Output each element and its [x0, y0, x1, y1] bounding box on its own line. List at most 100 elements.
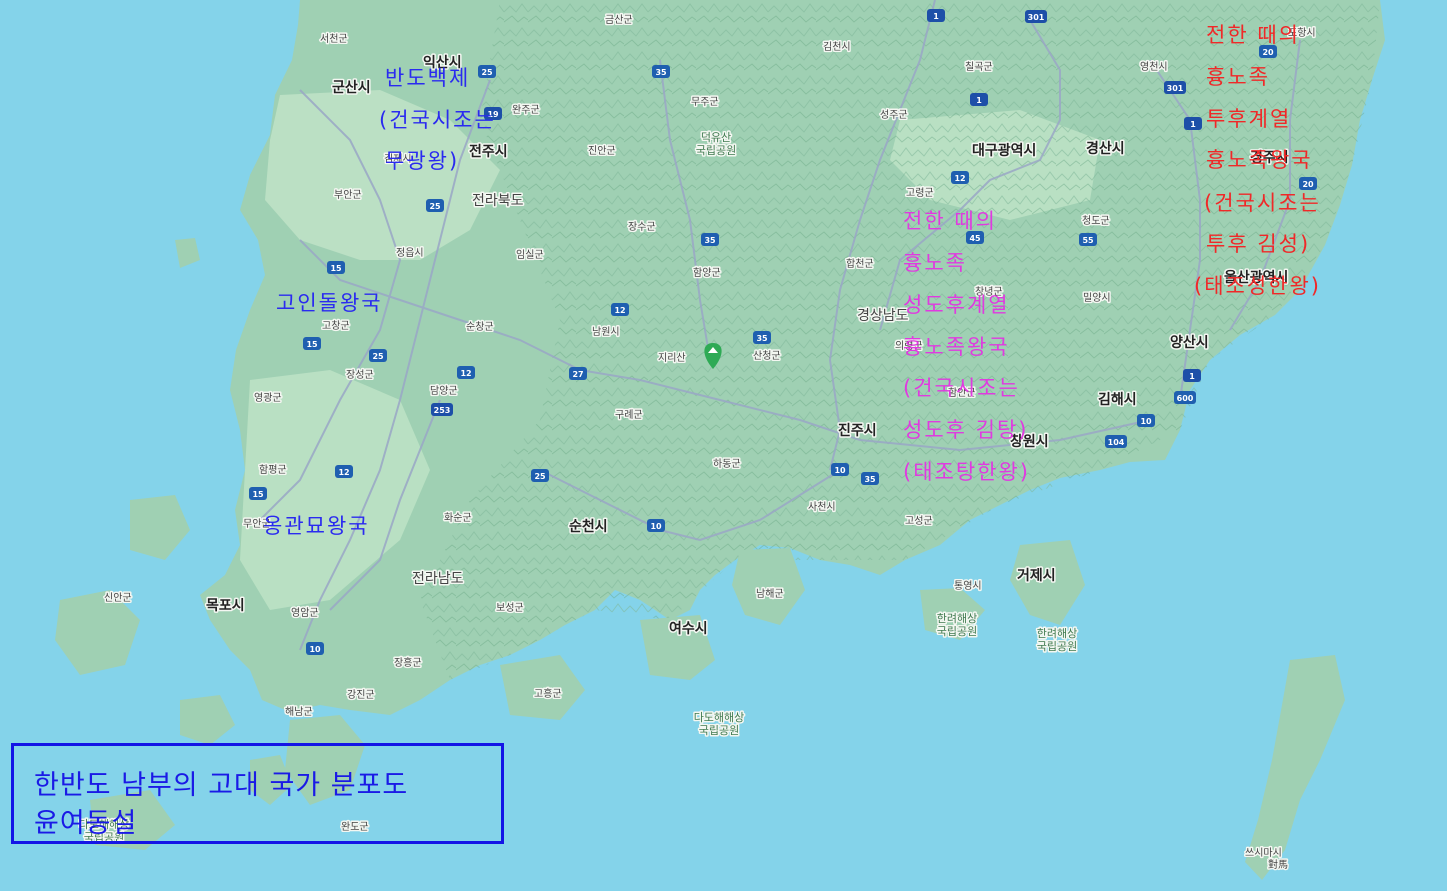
- svg-text:600: 600: [1177, 394, 1194, 403]
- city-label: 보성군: [496, 602, 524, 614]
- road-shield: 10: [647, 519, 665, 532]
- city-label: 강진군: [347, 689, 375, 701]
- city-label: 여수시: [669, 620, 708, 637]
- annotation-line: 흉노족왕국: [903, 335, 1010, 359]
- road-shield: 600: [1174, 391, 1196, 404]
- map-title: 한반도 남부의 고대 국가 분포도: [34, 770, 409, 801]
- city-label: 부안군: [334, 189, 362, 201]
- park-label: 덕유산 국립공원: [696, 131, 736, 157]
- svg-text:35: 35: [756, 334, 768, 343]
- city-label: 김해시: [1098, 391, 1137, 408]
- annotation-line: 성도후계열: [903, 293, 1010, 317]
- city-label: 전주시: [469, 143, 508, 160]
- svg-text:35: 35: [704, 236, 716, 245]
- svg-text:301: 301: [1167, 84, 1184, 93]
- svg-text:35: 35: [864, 475, 876, 484]
- road-shield: 1: [1183, 369, 1201, 382]
- road-shield: 15: [303, 337, 321, 350]
- legend-box: 한반도 남부의 고대 국가 분포도 윤여동설: [11, 743, 504, 844]
- city-label: 군산시: [332, 79, 371, 96]
- city-label: 지리산: [658, 352, 686, 364]
- road-shield: 25: [426, 199, 444, 212]
- annotation-line: 흉노족: [903, 251, 967, 275]
- svg-text:25: 25: [429, 202, 441, 211]
- city-label: 무주군: [691, 96, 719, 108]
- svg-text:25: 25: [534, 472, 546, 481]
- svg-text:55: 55: [1082, 236, 1094, 245]
- city-label: 양산시: [1170, 334, 1209, 351]
- road-shield: 12: [611, 303, 629, 316]
- city-label: 전라남도: [412, 571, 464, 587]
- city-label: 함평군: [259, 464, 287, 476]
- park-label: 한려해상 국립공원: [1037, 626, 1077, 653]
- road-shield: 104: [1105, 435, 1127, 448]
- city-label: 쓰시마시: [1245, 847, 1282, 859]
- svg-text:12: 12: [338, 468, 349, 477]
- city-label: 고창군: [322, 320, 350, 332]
- annotation-line: 투후계열: [1206, 107, 1292, 131]
- park-label: 한려해상 국립공원: [937, 611, 977, 638]
- annotation-line: (건국시조는: [903, 376, 1020, 400]
- city-label: 장수군: [628, 221, 656, 233]
- city-label: 합천군: [846, 258, 874, 270]
- annotation-line: (건국시조는: [1204, 191, 1321, 215]
- svg-text:12: 12: [614, 306, 625, 315]
- road-shield: 1: [1184, 117, 1202, 130]
- city-label: 함양군: [693, 267, 721, 279]
- city-label: 밀양시: [1083, 292, 1111, 304]
- city-label: 산청군: [753, 350, 781, 362]
- city-label: 고성군: [905, 515, 933, 527]
- annotation-line: 전한 때의: [903, 209, 997, 233]
- map-author: 윤여동설: [34, 808, 138, 839]
- city-label: 청도군: [1082, 215, 1110, 227]
- road-shield: 15: [249, 487, 267, 500]
- svg-text:10: 10: [834, 466, 846, 475]
- road-shield: 25: [478, 65, 496, 78]
- annotation-line: (태조탕한왕): [903, 460, 1030, 484]
- road-shield: 301: [1164, 81, 1186, 94]
- svg-text:12: 12: [954, 174, 965, 183]
- svg-text:10: 10: [309, 645, 321, 654]
- svg-text:104: 104: [1108, 438, 1125, 447]
- road-shield: 10: [1137, 414, 1155, 427]
- city-label: 진안군: [588, 145, 616, 157]
- annotation-line: 흉노족왕국: [1206, 148, 1313, 172]
- city-label: 화순군: [444, 512, 472, 524]
- svg-text:253: 253: [434, 406, 451, 415]
- svg-text:1: 1: [933, 12, 939, 21]
- annotation-line: 무광왕): [385, 149, 460, 173]
- city-label: 대구광역시: [972, 142, 1036, 159]
- city-label: 목포시: [206, 598, 245, 614]
- road-shield: 25: [369, 349, 387, 362]
- city-label: 거제시: [1017, 568, 1056, 584]
- city-label: 금산군: [605, 14, 633, 26]
- svg-text:20: 20: [1302, 180, 1314, 189]
- svg-text:20: 20: [1262, 48, 1274, 57]
- road-shield: 12: [335, 465, 353, 478]
- svg-text:15: 15: [330, 264, 342, 273]
- city-label: 영천시: [1140, 61, 1168, 73]
- city-label: 칠곡군: [965, 61, 993, 73]
- city-label: 남해군: [756, 587, 784, 600]
- road-shield: 1: [970, 93, 988, 106]
- svg-text:1: 1: [976, 96, 982, 105]
- road-shield: 253: [431, 403, 453, 416]
- annotation-line: 반도백제: [385, 66, 471, 90]
- road-shield: 35: [701, 233, 719, 246]
- city-label: 영암군: [291, 607, 319, 619]
- city-label: 서천군: [320, 33, 348, 45]
- city-label: 영광군: [254, 392, 282, 404]
- road-shield: 20: [1299, 177, 1317, 190]
- svg-text:27: 27: [572, 370, 583, 379]
- road-shield: 27: [569, 367, 587, 380]
- svg-text:35: 35: [655, 68, 667, 77]
- city-label: 담양군: [430, 385, 458, 397]
- road-shield: 35: [753, 331, 771, 344]
- city-label: 고흥군: [534, 687, 562, 700]
- city-label: 완주군: [512, 104, 540, 116]
- city-label: 임실군: [516, 248, 544, 261]
- svg-text:25: 25: [372, 352, 384, 361]
- svg-text:10: 10: [1140, 417, 1152, 426]
- city-label: 성주군: [880, 109, 908, 121]
- city-label: 장성군: [346, 369, 374, 381]
